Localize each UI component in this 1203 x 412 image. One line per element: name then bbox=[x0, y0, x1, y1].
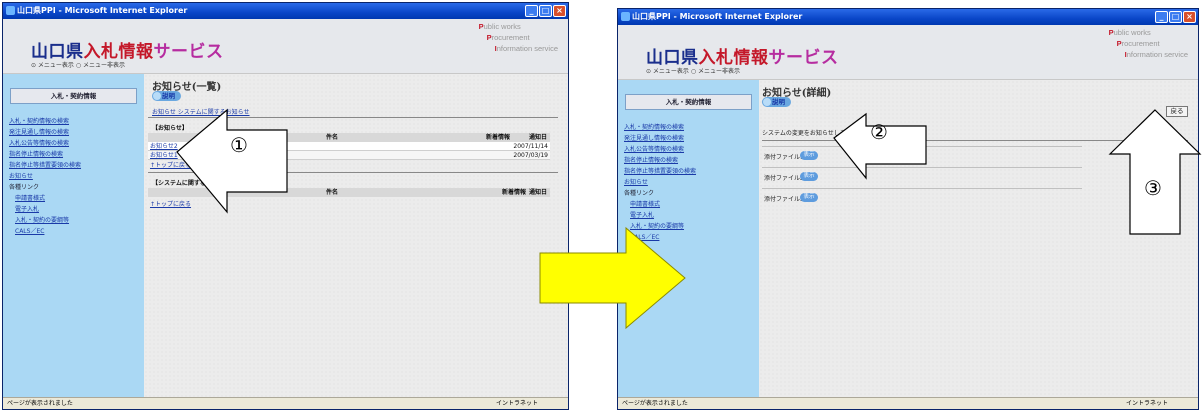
view-attachment-button[interactable]: 表示 bbox=[800, 193, 818, 202]
notice-date: 2007/11/14 bbox=[513, 143, 548, 150]
notice-link[interactable]: お知らせ1 bbox=[150, 151, 178, 160]
logo-part3: サービス bbox=[768, 48, 839, 68]
sidebar-sublink[interactable]: 申請書様式 bbox=[9, 193, 144, 204]
site-logo[interactable]: 山口県入札情報サービス bbox=[31, 37, 224, 62]
minimize-button[interactable]: _ bbox=[525, 5, 538, 17]
site-header: 山口県入札情報サービス ⊙ メニュー表示 ○ メニュー非表示 Public wo… bbox=[3, 19, 568, 74]
maximize-button[interactable]: □ bbox=[1169, 11, 1182, 23]
tagline-text: rocurement bbox=[491, 33, 530, 42]
menu-toggle-radios[interactable]: ⊙ メニュー表示 ○ メニュー非表示 bbox=[646, 66, 740, 75]
sidebar-sublink[interactable]: 電子入札 bbox=[9, 204, 144, 215]
notice-link[interactable]: お知らせ2 bbox=[150, 142, 178, 151]
sidebar-link[interactable]: 指名停止情報の検索 bbox=[624, 155, 759, 166]
help-button[interactable]: 説明 bbox=[152, 91, 181, 101]
sidebar-link[interactable]: 指名停止情報の検索 bbox=[9, 149, 144, 160]
logo-part2: 入札情報 bbox=[83, 42, 154, 62]
window-title: 山口県PPI - Microsoft Internet Explorer bbox=[632, 12, 803, 21]
tagline: Public works Procurement Information ser… bbox=[1109, 27, 1188, 60]
sidebar-heading[interactable]: 入札・契約情報 bbox=[625, 94, 752, 110]
attachment-label: 添付ファイル3 bbox=[764, 196, 804, 203]
col-subject: 件名 bbox=[326, 134, 339, 141]
close-button[interactable]: × bbox=[1183, 11, 1196, 23]
sidebar-sublink[interactable]: CALS／EC bbox=[9, 226, 144, 237]
tagline-text: nformation service bbox=[496, 44, 558, 53]
title-bar: 山口県PPI - Microsoft Internet Explorer _ □… bbox=[3, 3, 568, 19]
logo-part3: サービス bbox=[153, 42, 224, 62]
sidebar-sublink[interactable]: 電子入札 bbox=[624, 210, 759, 221]
window-title: 山口県PPI - Microsoft Internet Explorer bbox=[17, 6, 188, 15]
close-button[interactable]: × bbox=[553, 5, 566, 17]
notice-date: 2007/03/19 bbox=[513, 152, 548, 159]
ie-icon bbox=[621, 12, 630, 21]
callout-number: ① bbox=[230, 133, 248, 157]
status-text: ページが表示されました bbox=[7, 400, 73, 407]
logo-part1: 山口県 bbox=[646, 48, 699, 68]
site-logo[interactable]: 山口県入札情報サービス bbox=[646, 43, 839, 68]
callout-arrow-icon bbox=[175, 108, 290, 214]
tagline-text: nformation service bbox=[1126, 50, 1188, 59]
sidebar-heading[interactable]: 入札・契約情報 bbox=[10, 88, 137, 104]
col-date: 通知日 bbox=[528, 189, 547, 196]
sidebar-sublink[interactable]: 申請書様式 bbox=[624, 199, 759, 210]
col-date: 通知日 bbox=[528, 134, 547, 141]
menu-toggle-radios[interactable]: ⊙ メニュー表示 ○ メニュー非表示 bbox=[31, 60, 125, 69]
attachment-row: 添付ファイル3 表示 bbox=[762, 188, 1082, 207]
col-new: 新着情報 bbox=[501, 189, 526, 196]
sidebar-link[interactable]: 発注見通し情報の検索 bbox=[9, 127, 144, 138]
callout-arrow-icon bbox=[1108, 108, 1202, 236]
tagline-text: rocurement bbox=[1121, 39, 1160, 48]
sidebar-link[interactable]: 入札・契約情報の検索 bbox=[9, 116, 144, 127]
status-bar: ページが表示されました イントラネット bbox=[618, 397, 1198, 409]
sidebar-link[interactable]: 入札公告等情報の検索 bbox=[9, 138, 144, 149]
sidebar: 入札・契約情報 入札・契約情報の検索 発注見通し情報の検索 入札公告等情報の検索… bbox=[3, 74, 144, 397]
logo-part2: 入札情報 bbox=[698, 48, 769, 68]
attachment-label: 添付ファイル2 bbox=[764, 175, 804, 182]
site-header: 山口県入札情報サービス ⊙ メニュー表示 ○ メニュー非表示 Public wo… bbox=[618, 25, 1198, 80]
zone-indicator: イントラネット bbox=[1125, 400, 1168, 407]
col-subject: 件名 bbox=[326, 189, 339, 196]
sidebar-link[interactable]: 指名停止等措置要領の検索 bbox=[9, 160, 144, 171]
sidebar-link[interactable]: 入札・契約情報の検索 bbox=[624, 122, 759, 133]
tagline-text: ublic works bbox=[1113, 28, 1151, 37]
sidebar-link[interactable]: 指名停止等措置要領の検索 bbox=[624, 166, 759, 177]
zone-indicator: イントラネット bbox=[495, 400, 538, 407]
maximize-button[interactable]: □ bbox=[539, 5, 552, 17]
sidebar-link[interactable]: お知らせ bbox=[624, 177, 759, 188]
status-bar: ページが表示されました イントラネット bbox=[3, 397, 568, 409]
view-attachment-button[interactable]: 表示 bbox=[800, 151, 818, 160]
logo-part1: 山口県 bbox=[31, 42, 84, 62]
ie-icon bbox=[6, 6, 15, 15]
help-button[interactable]: 説明 bbox=[762, 97, 791, 107]
links-title: 各種リンク bbox=[9, 184, 40, 191]
sidebar-link[interactable]: 発注見通し情報の検索 bbox=[624, 133, 759, 144]
tagline: Public works Procurement Information ser… bbox=[479, 21, 558, 54]
title-bar: 山口県PPI - Microsoft Internet Explorer _ □… bbox=[618, 9, 1198, 25]
sidebar-link[interactable]: お知らせ bbox=[9, 171, 144, 182]
view-attachment-button[interactable]: 表示 bbox=[800, 172, 818, 181]
minimize-button[interactable]: _ bbox=[1155, 11, 1168, 23]
callout-number: ③ bbox=[1144, 176, 1162, 200]
sidebar-link[interactable]: 入札公告等情報の検索 bbox=[624, 144, 759, 155]
callout-number: ② bbox=[870, 120, 888, 144]
tagline-text: ublic works bbox=[483, 22, 521, 31]
big-yellow-arrow-icon bbox=[539, 226, 686, 330]
sidebar-sublink[interactable]: 入札・契約の要綱等 bbox=[9, 215, 144, 226]
status-text: ページが表示されました bbox=[622, 400, 688, 407]
attachment-label: 添付ファイル1 bbox=[764, 154, 804, 161]
col-new: 新着情報 bbox=[485, 134, 510, 141]
links-title: 各種リンク bbox=[624, 190, 655, 197]
